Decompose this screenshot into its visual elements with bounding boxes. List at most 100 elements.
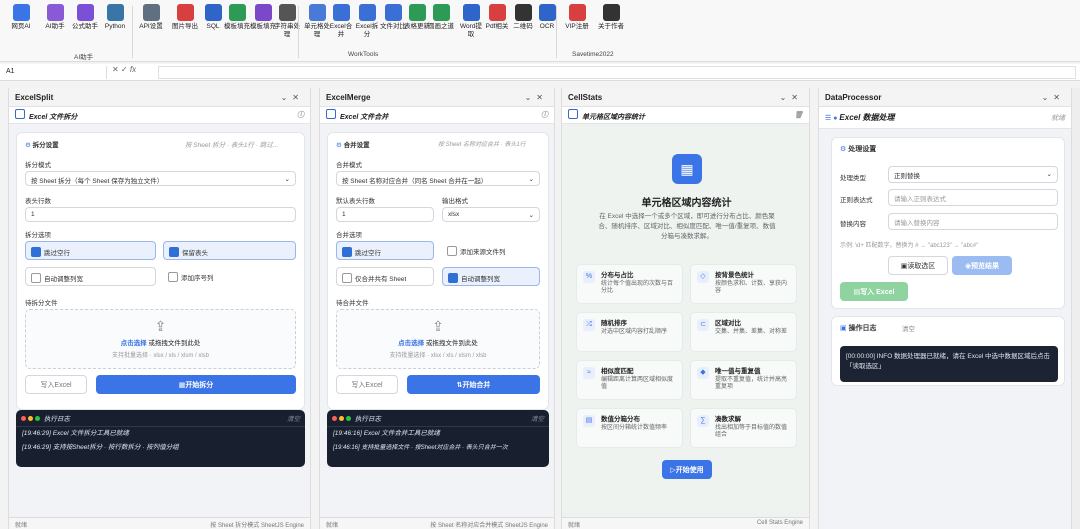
fx-icon bbox=[76, 4, 94, 21]
file-label: 待拆分文件 bbox=[25, 300, 58, 307]
ribbon-label: VIP注册 bbox=[565, 23, 589, 30]
feature-icon: ◆ bbox=[697, 367, 709, 379]
network-icon bbox=[462, 4, 480, 21]
option-common-sheet[interactable]: 仅合并共有 Sheet bbox=[336, 267, 434, 286]
ribbon-button-22[interactable]: 关于作者 bbox=[598, 4, 624, 31]
ribbon-button-7[interactable]: SQL bbox=[200, 4, 226, 31]
mode-select[interactable]: 按 Sheet 名称对应合并（同名 Sheet 合并在一起） ⌄ bbox=[336, 171, 540, 186]
fx-icon[interactable]: ✕ ✓ fx bbox=[112, 65, 136, 74]
option-autofit[interactable]: 自动调整列宽 bbox=[442, 267, 540, 286]
option-add-index[interactable]: 添加序号列 bbox=[163, 267, 296, 286]
option-keep-header[interactable]: 保留表头 bbox=[163, 241, 296, 260]
ribbon-button-16[interactable]: 圆画之道 bbox=[428, 4, 454, 31]
panel-subtitle: Excel 数据处理 bbox=[839, 113, 895, 122]
log-clear-button[interactable]: 清空 bbox=[287, 413, 300, 423]
feature-card[interactable]: ◆ 唯一值与重复值 提取不重复值，统计并高亮重复项 bbox=[690, 360, 797, 400]
ribbon-button-8[interactable]: 模板填充 bbox=[224, 4, 250, 31]
feature-card[interactable]: ≈ 相似度匹配 编辑距离计算两区域相似度值 bbox=[576, 360, 683, 400]
start-merge-button[interactable]: ⇅ 开始合并 bbox=[407, 375, 540, 394]
feature-card[interactable]: ⤮ 随机排序 对选中区域内容打乱顺序 bbox=[576, 312, 683, 352]
ribbon-button-10[interactable]: 字符串处理 bbox=[274, 4, 300, 39]
mode-select[interactable]: 按 Sheet 拆分（每个 Sheet 保存为独立文件） ⌄ bbox=[25, 171, 296, 186]
ribbon-button-11[interactable]: 单元格处理 bbox=[304, 4, 330, 39]
ribbon-label: AI助手 bbox=[45, 23, 65, 30]
ribbon-button-4[interactable]: Python bbox=[102, 4, 128, 31]
vertical-scrollbar[interactable] bbox=[1072, 88, 1080, 529]
feature-card[interactable]: % 分布与占比 统计每个值出现的次数与百分比 bbox=[576, 264, 683, 304]
feature-card[interactable]: ▤ 数值分箱分布 按区间分箱统计数值频率 bbox=[576, 408, 683, 448]
trash-icon[interactable]: 🗑 bbox=[794, 111, 803, 119]
chevron-down-icon: ⌄ bbox=[528, 212, 534, 219]
panel-controls[interactable]: ⌄✕ bbox=[1042, 93, 1065, 102]
info-icon[interactable]: ⓘ bbox=[297, 110, 304, 120]
format-select[interactable]: xlsx ⌄ bbox=[442, 207, 540, 222]
ribbon-button-1[interactable]: 网页AI bbox=[8, 4, 34, 31]
ribbon-label: Python bbox=[104, 23, 126, 30]
format-label: 输出格式 bbox=[442, 198, 468, 205]
ai-icon bbox=[46, 4, 64, 21]
ribbon-button-21[interactable]: VIP注册 bbox=[564, 4, 590, 31]
ribbon-button-2[interactable]: AI助手 bbox=[42, 4, 68, 31]
log-clear-button[interactable]: 清空 bbox=[531, 413, 544, 423]
info-icon[interactable]: ⓘ bbox=[541, 110, 548, 120]
feature-title: 分布与占比 bbox=[601, 272, 634, 279]
ribbon-button-3[interactable]: 公式助手 bbox=[72, 4, 98, 31]
panel-controls[interactable]: ⌄✕ bbox=[281, 93, 304, 102]
type-select[interactable]: 正则替换 ⌄ bbox=[888, 166, 1058, 183]
ribbon-group-label: Savetime2022 bbox=[572, 51, 614, 58]
ribbon-button-5[interactable]: API设置 bbox=[138, 4, 164, 31]
read-selection-button[interactable]: ▣ 读取选区 bbox=[888, 256, 948, 275]
feature-desc: 交集、并集、差集、对称差 bbox=[715, 329, 788, 335]
rows-input[interactable]: 1 bbox=[336, 207, 434, 222]
drop-link[interactable]: 点击选择 bbox=[398, 340, 424, 347]
ribbon-label: 表格更新 bbox=[404, 23, 430, 30]
option-source-col[interactable]: 添加来源文件列 bbox=[442, 241, 540, 260]
write-excel-button[interactable]: ▤ 写入 Excel bbox=[840, 282, 908, 301]
ribbon-button-15[interactable]: 表格更新 bbox=[404, 4, 430, 31]
log-line: [00:00:00] INFO 数据处理器已就绪，请在 Excel 中选中数据区… bbox=[840, 346, 1058, 382]
option-skip-empty[interactable]: 跳过空行 bbox=[336, 241, 434, 260]
ribbon-button-19[interactable]: 二维码 bbox=[510, 4, 536, 31]
ribbon-button-18[interactable]: Pdf相关 bbox=[484, 4, 510, 31]
feature-desc: 按区间分箱统计数值频率 bbox=[601, 425, 668, 431]
panel-controls[interactable]: ⌄✕ bbox=[525, 93, 548, 102]
drop-link[interactable]: 点击选择 bbox=[121, 340, 147, 347]
name-box[interactable]: A1 bbox=[3, 66, 107, 79]
menu-icon[interactable]: ☰ ● bbox=[825, 115, 839, 122]
ribbon-button-9[interactable]: 模板填充 bbox=[250, 4, 276, 31]
log-clear-button[interactable]: 清空 bbox=[902, 323, 915, 333]
option-autofit[interactable]: 自动调整列宽 bbox=[25, 267, 156, 286]
write-excel-button[interactable]: 写入Excel bbox=[25, 375, 87, 394]
feature-card[interactable]: ⊂ 区域对比 交集、并集、差集、对称差 bbox=[690, 312, 797, 352]
board-icon bbox=[432, 4, 450, 21]
ribbon-label: 图片导出 bbox=[172, 23, 198, 30]
ribbon-button-14[interactable]: 文件对比 bbox=[380, 4, 406, 31]
start-split-button[interactable]: ▦ 开始拆分 bbox=[96, 375, 296, 394]
start-button[interactable]: ▷ 开始使用 bbox=[662, 460, 712, 479]
template-icon bbox=[228, 4, 246, 21]
replace-input[interactable]: 请输入替换内容 bbox=[888, 213, 1058, 230]
ribbon-button-6[interactable]: 图片导出 bbox=[172, 4, 198, 31]
option-skip-empty[interactable]: 跳过空行 bbox=[25, 241, 156, 260]
feature-card[interactable]: ∑ 凑数求解 找出相加等于目标值的数值组合 bbox=[690, 408, 797, 448]
file-drop-zone[interactable]: ⇪ 点击选择 或拖拽文件到此处 支持批量选择 · xlsx / xls / xl… bbox=[25, 309, 296, 369]
feature-icon: % bbox=[583, 271, 595, 283]
regex-input[interactable]: 请输入正则表达式 bbox=[888, 189, 1058, 206]
file-drop-zone[interactable]: ⇪ 点击选择 或拖拽文件到此处 支持批量选择 · xlsx / xls / xl… bbox=[336, 309, 540, 369]
feature-icon: ∑ bbox=[697, 415, 709, 427]
feature-card[interactable]: ◇ 按背景色统计 按颜色求和、计数、享获内容 bbox=[690, 264, 797, 304]
options-label: 拆分选项 bbox=[25, 232, 51, 239]
preview-button[interactable]: ◉ 预览结果 bbox=[952, 256, 1012, 275]
formula-input[interactable] bbox=[158, 66, 1076, 79]
ribbon-button-12[interactable]: Excel合并 bbox=[328, 4, 354, 39]
rows-input[interactable]: 1 bbox=[25, 207, 296, 222]
ribbon-button-17[interactable]: Word提取 bbox=[458, 4, 484, 39]
ocr-icon bbox=[538, 4, 556, 21]
table-icon: ▣ bbox=[900, 262, 908, 270]
feature-title: 区域对比 bbox=[715, 320, 741, 327]
write-excel-button[interactable]: 写入Excel bbox=[336, 375, 398, 394]
ribbon-button-13[interactable]: Excel拆分 bbox=[354, 4, 380, 39]
qr-icon bbox=[514, 4, 532, 21]
panel-controls[interactable]: ⌄✕ bbox=[780, 93, 803, 102]
ribbon-label: 模板填充 bbox=[250, 23, 276, 30]
